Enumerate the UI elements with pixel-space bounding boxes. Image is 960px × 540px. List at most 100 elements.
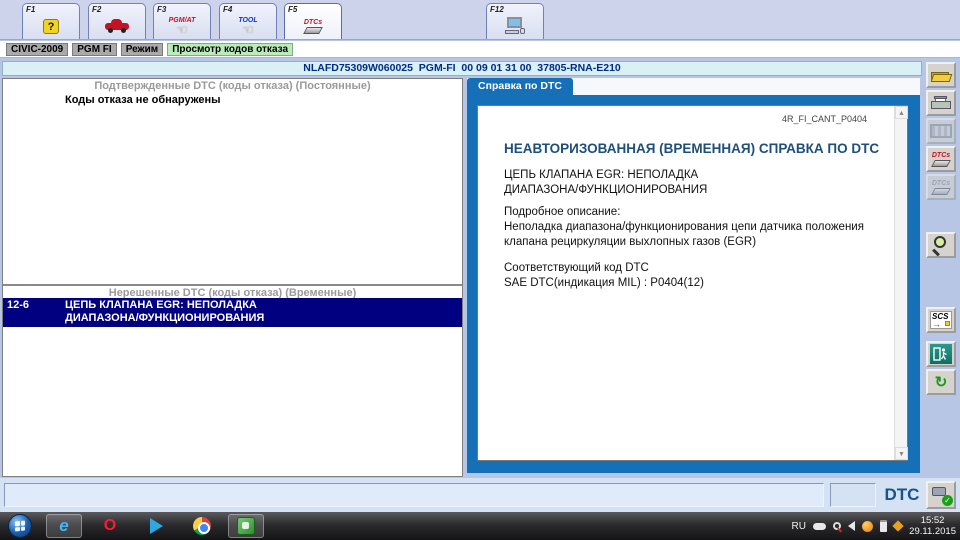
help-title: НЕАВТОРИЗОВАННАЯ (ВРЕМЕННАЯ) СПРАВКА ПО … [504,141,880,156]
help-code-heading: Соответствующий код DTC [504,262,649,274]
f4-key-label: F4 [223,5,233,14]
f3-pgm-at-button[interactable]: F3 PGM/AT ☜ [153,3,211,39]
f4-tool-button[interactable]: F4 TOOL ☜ [219,3,277,39]
breadcrumb-current-view: Просмотр кодов отказа [167,42,294,56]
printer-icon [931,95,951,111]
smiley-tray-icon[interactable] [862,520,873,532]
play-icon [149,518,163,534]
open-folder-icon [930,69,953,82]
tool-icon: TOOL ☜ [220,15,276,37]
pending-dtc-section: Нерешенные DTC (коды отказа) (Временные) [3,284,462,299]
start-button[interactable] [8,514,32,538]
help-detail-line1: Неполадка диапазона/функционирования цеп… [504,221,864,233]
status-message-field [4,483,824,507]
clear-dtc-disabled-button: DTCs [926,174,956,200]
f1-key-label: F1 [26,5,36,14]
confirmed-dtc-empty-message: Коды отказа не обнаружены [65,94,221,106]
taskbar-item-hds-app[interactable] [228,514,264,538]
magnifier-icon [932,236,950,257]
cloud-tray-icon[interactable] [813,522,826,530]
exit-button[interactable] [926,341,956,367]
taskbar-item-internet-explorer[interactable]: e [46,514,82,538]
scs-icon: SCS → [930,311,952,329]
open-file-button[interactable] [926,62,956,88]
taskbar-clock[interactable]: 15:52 29.11.2015 [909,515,956,537]
windows-logo-icon [15,520,25,532]
tab-dtc-help[interactable]: Справка по DTC [467,78,573,95]
f12-system-button[interactable]: F12 [486,3,544,39]
help-subject-line2: ДИАПАЗОНА/ФУНКЦИОНИРОВАНИЯ [504,184,708,196]
refresh-button[interactable]: ↻ [926,369,956,395]
computer-icon [487,15,543,37]
f2-vehicle-button[interactable]: F2 [88,3,146,39]
taskbar-item-media-player[interactable] [138,514,174,538]
magnifier-tray-icon[interactable] [833,522,841,530]
dtcs-icon-label: DTCs [303,18,323,26]
breadcrumb-mode[interactable]: Режим [120,42,164,56]
breadcrumb-model[interactable]: CIVIC-2009 [6,42,69,56]
f3-key-label: F3 [157,5,167,14]
f1-help-button[interactable]: F1 ? [22,3,80,39]
f5-dtcs-button[interactable]: F5 DTCs [284,3,342,39]
breadcrumb: CIVIC-2009 PGM FI Режим Просмотр кодов о… [0,41,960,58]
language-indicator[interactable]: RU [792,521,806,532]
scroll-up-icon[interactable]: ▲ [895,106,908,119]
volume-tray-icon[interactable] [848,521,855,531]
f5-key-label: F5 [288,5,298,14]
windows-taskbar: e O RU 15:52 29.11.2015 [0,512,960,540]
help-subject-line1: ЦЕПЬ КЛАПАНА EGR: НЕПОЛАДКА [504,169,699,181]
battery-tray-icon[interactable] [880,520,887,532]
hds-app-icon [237,517,255,535]
clock-date: 29.11.2015 [909,526,956,537]
scroll-down-icon[interactable]: ▼ [895,447,908,460]
dtc-row-selected[interactable]: 12-6 ЦЕПЬ КЛАПАНА EGR: НЕПОЛАДКА ДИАПАЗО… [3,298,462,327]
help-doc-reference: 4R_FI_CANT_P0404 [781,114,867,124]
dtc-help-content: 4R_FI_CANT_P0404 НЕАВТОРИЗОВАННАЯ (ВРЕМЕ… [477,105,908,461]
help-code-line: SAE DTC(индикация MIL) : P0404(12) [504,277,704,289]
dtc-list-panel: Подтвержденные DTC (коды отказа) (Постоя… [2,78,463,477]
print-button[interactable] [926,90,956,116]
system-tray: RU [792,512,904,540]
taskbar-item-chrome[interactable] [184,514,220,538]
internet-explorer-icon: e [59,516,69,535]
clock-time: 15:52 [920,515,945,526]
connected-check-icon: ✓ [942,495,953,506]
snapshot-button [926,118,956,144]
f2-key-label: F2 [92,5,102,14]
taskbar-item-opera[interactable]: O [92,514,128,538]
status-cell [830,483,876,507]
help-icon: ? [23,15,79,37]
status-bar: DTC ✓ [0,478,960,512]
help-tab-row: Справка по DTC [467,78,920,95]
clear-dtcs-button[interactable]: DTCs [926,146,956,172]
dtc-status-indicator: DTC [884,485,920,504]
pgm-at-icon: PGM/AT ☜ [154,15,210,37]
notification-tray-icon[interactable] [892,520,904,532]
dtcs-erase-icon: DTCs [931,152,951,167]
dtc-code: 12-6 [7,299,30,311]
vehicle-icon [89,15,145,37]
confirmed-dtc-title: Подтвержденные DTC (коды отказа) (Постоя… [94,80,371,92]
obd-connector-icon [932,487,946,496]
hand-pointer-icon: ☜ [242,22,254,37]
chrome-icon [193,517,211,535]
f12-key-label: F12 [490,5,504,14]
scs-button[interactable]: SCS → [926,307,956,333]
vehicle-info-header: NLAFD75309W060025 PGM-FI 00 09 01 31 00 … [2,61,922,76]
dtc-help-panel: 4R_FI_CANT_P0404 НЕАВТОРИЗОВАННАЯ (ВРЕМЕ… [467,95,920,473]
help-scrollbar[interactable]: ▲ ▼ [894,106,908,460]
connection-status-button[interactable]: ✓ [926,481,956,509]
dtc-description-line1: ЦЕПЬ КЛАПАНА EGR: НЕПОЛАДКА [65,299,257,311]
film-strip-icon [930,124,952,138]
help-detail-heading: Подробное описание: [504,206,621,218]
zoom-button[interactable] [926,232,956,258]
dtc-description-line2: ДИАПАЗОНА/ФУНКЦИОНИРОВАНИЯ [65,312,265,324]
breadcrumb-system[interactable]: PGM FI [72,42,117,56]
help-detail-line2: клапана рециркуляции выхлопных газов (EG… [504,236,757,248]
dtc-erase-disabled-icon: DTCs [931,180,951,195]
fkey-toolbar: F1 ? F2 F3 PGM/AT ☜ F4 TOOL ☜ F5 DTCs F1… [0,0,960,40]
dtcs-icon: DTCs [285,15,341,37]
exit-door-icon [930,344,952,364]
refresh-icon: ↻ [934,373,948,391]
opera-icon: O [103,517,117,534]
